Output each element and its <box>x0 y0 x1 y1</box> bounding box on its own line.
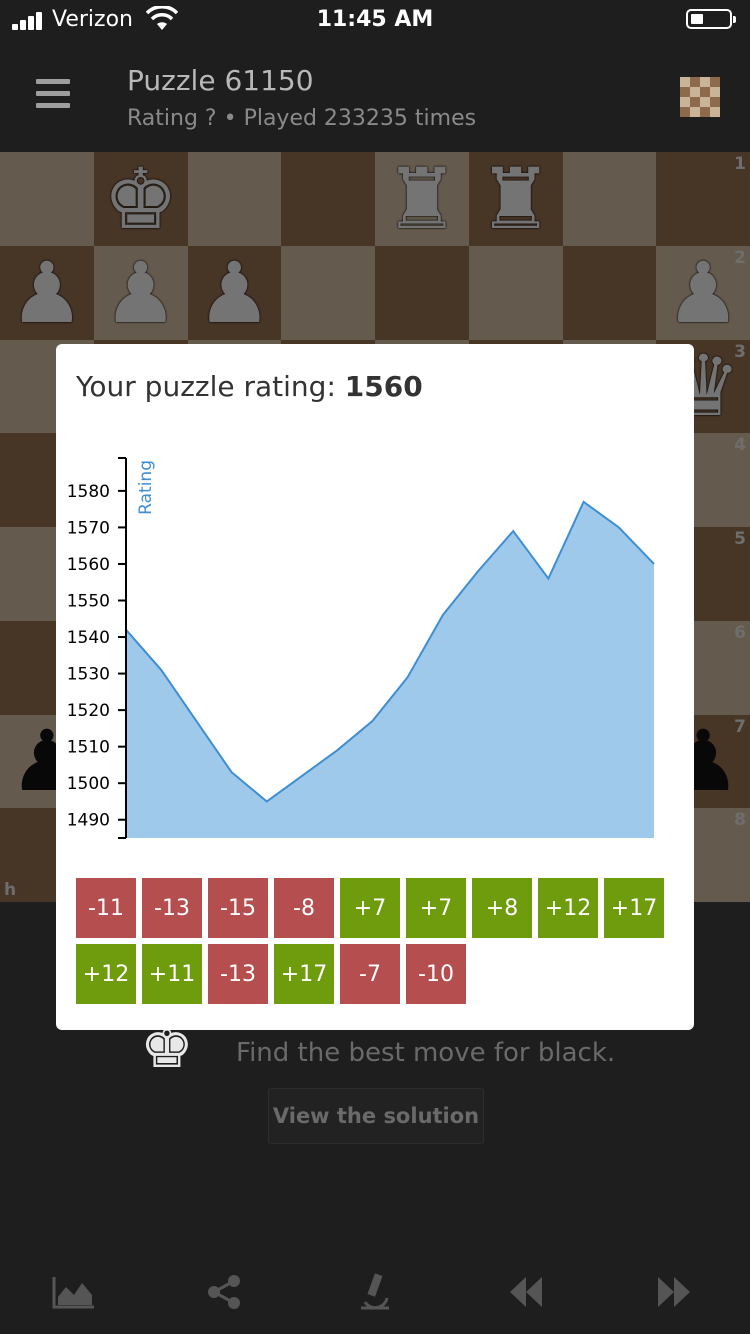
y-tick-label: 1530 <box>67 665 110 685</box>
view-solution-button[interactable]: View the solution <box>268 1088 484 1144</box>
page-title: Puzzle 61150 <box>127 64 314 97</box>
result-tile: +11 <box>142 944 202 1004</box>
result-tile: +12 <box>538 878 598 938</box>
previous-icon[interactable] <box>502 1270 550 1314</box>
y-tick-label: 1540 <box>67 628 110 648</box>
y-tick-label: 1580 <box>67 482 110 502</box>
hint-text: Find the best move for black. <box>236 1038 616 1068</box>
battery-icon <box>686 9 736 29</box>
share-icon[interactable] <box>200 1270 248 1314</box>
y-tick-label: 1560 <box>67 555 110 575</box>
y-axis-label: Rating <box>136 460 156 515</box>
result-tile: -7 <box>340 944 400 1004</box>
y-tick-label: 1570 <box>67 518 110 538</box>
rating-dialog[interactable]: Your puzzle rating: 1560 1490 1500 1510 152… <box>56 344 694 1030</box>
result-tile: -11 <box>76 878 136 938</box>
result-tile: -10 <box>406 944 466 1004</box>
chart-icon[interactable] <box>50 1270 98 1314</box>
y-tick-label: 1500 <box>67 774 110 794</box>
rating-chart: 1490 1500 1510 1520 1530 1540 1550 1560 1570 1580… <box>67 457 655 839</box>
result-tile: -13 <box>142 878 202 938</box>
y-tick-label: 1550 <box>67 592 110 612</box>
next-icon[interactable] <box>650 1270 698 1314</box>
result-tile: +17 <box>274 944 334 1004</box>
result-tile: -13 <box>208 944 268 1004</box>
clock: 11:45 AM <box>316 7 434 32</box>
y-tick-label: 1490 <box>67 811 110 831</box>
result-tile: +8 <box>472 878 532 938</box>
board-icon[interactable] <box>680 77 720 117</box>
header: Puzzle 61150 Rating ? • Played 233235 ti… <box>0 40 750 152</box>
page-subtitle: Rating ? • Played 233235 times <box>127 106 477 131</box>
status-bar: Verizon 11:45 AM <box>0 0 750 40</box>
result-tile: -15 <box>208 878 268 938</box>
result-tile: +7 <box>406 878 466 938</box>
area-fill <box>126 501 654 838</box>
result-tile: +12 <box>76 944 136 1004</box>
menu-icon[interactable] <box>36 79 70 111</box>
y-tick-label: 1520 <box>67 701 110 721</box>
bottom-toolbar <box>0 1252 750 1334</box>
result-tile: +7 <box>340 878 400 938</box>
result-tile: -8 <box>274 878 334 938</box>
result-tile: +17 <box>604 878 664 938</box>
y-tick-label: 1510 <box>67 738 110 758</box>
analysis-icon[interactable] <box>351 1270 399 1314</box>
